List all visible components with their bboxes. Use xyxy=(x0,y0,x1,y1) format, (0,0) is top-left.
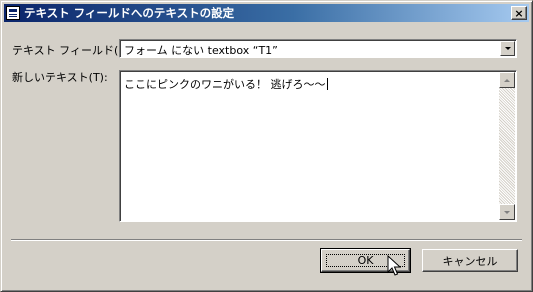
text-caret xyxy=(326,78,328,90)
set-text-dialog: テキスト フィールドへのテキストの設定 × テキスト フィールド(F): フォー… xyxy=(0,0,533,292)
close-icon: × xyxy=(514,6,524,20)
newtext-value: ここにピンクのワニがいる！ 逃げろ～～ xyxy=(124,78,326,91)
scroll-up-icon xyxy=(504,78,510,82)
newtext-label: 新しいテキスト(T): xyxy=(12,71,108,84)
scroll-down-icon xyxy=(504,210,510,214)
window-title: テキスト フィールドへのテキストの設定 xyxy=(24,6,235,20)
mouse-pointer-icon xyxy=(387,255,401,276)
window-app-icon xyxy=(6,6,20,20)
scroll-down-button[interactable] xyxy=(499,204,515,220)
newtext-textarea[interactable]: ここにピンクのワニがいる！ 逃げろ～～ xyxy=(119,70,517,222)
dialog-separator xyxy=(11,239,522,241)
cancel-button[interactable]: キャンセル xyxy=(422,249,518,272)
textfield-dropdown-value: フォーム にない textbox “T1” xyxy=(124,44,278,57)
textfield-label: テキスト フィールド(F): xyxy=(12,44,133,57)
cancel-button-label: キャンセル xyxy=(442,254,498,268)
scroll-up-button[interactable] xyxy=(499,72,515,88)
title-bar[interactable]: テキスト フィールドへのテキストの設定 × xyxy=(4,4,529,22)
textfield-dropdown[interactable]: フォーム にない textbox “T1” xyxy=(119,39,517,58)
chevron-down-icon xyxy=(504,47,511,50)
dropdown-arrow-button[interactable] xyxy=(500,41,515,56)
textarea-scrollbar[interactable] xyxy=(499,72,515,220)
close-button[interactable]: × xyxy=(511,6,527,20)
